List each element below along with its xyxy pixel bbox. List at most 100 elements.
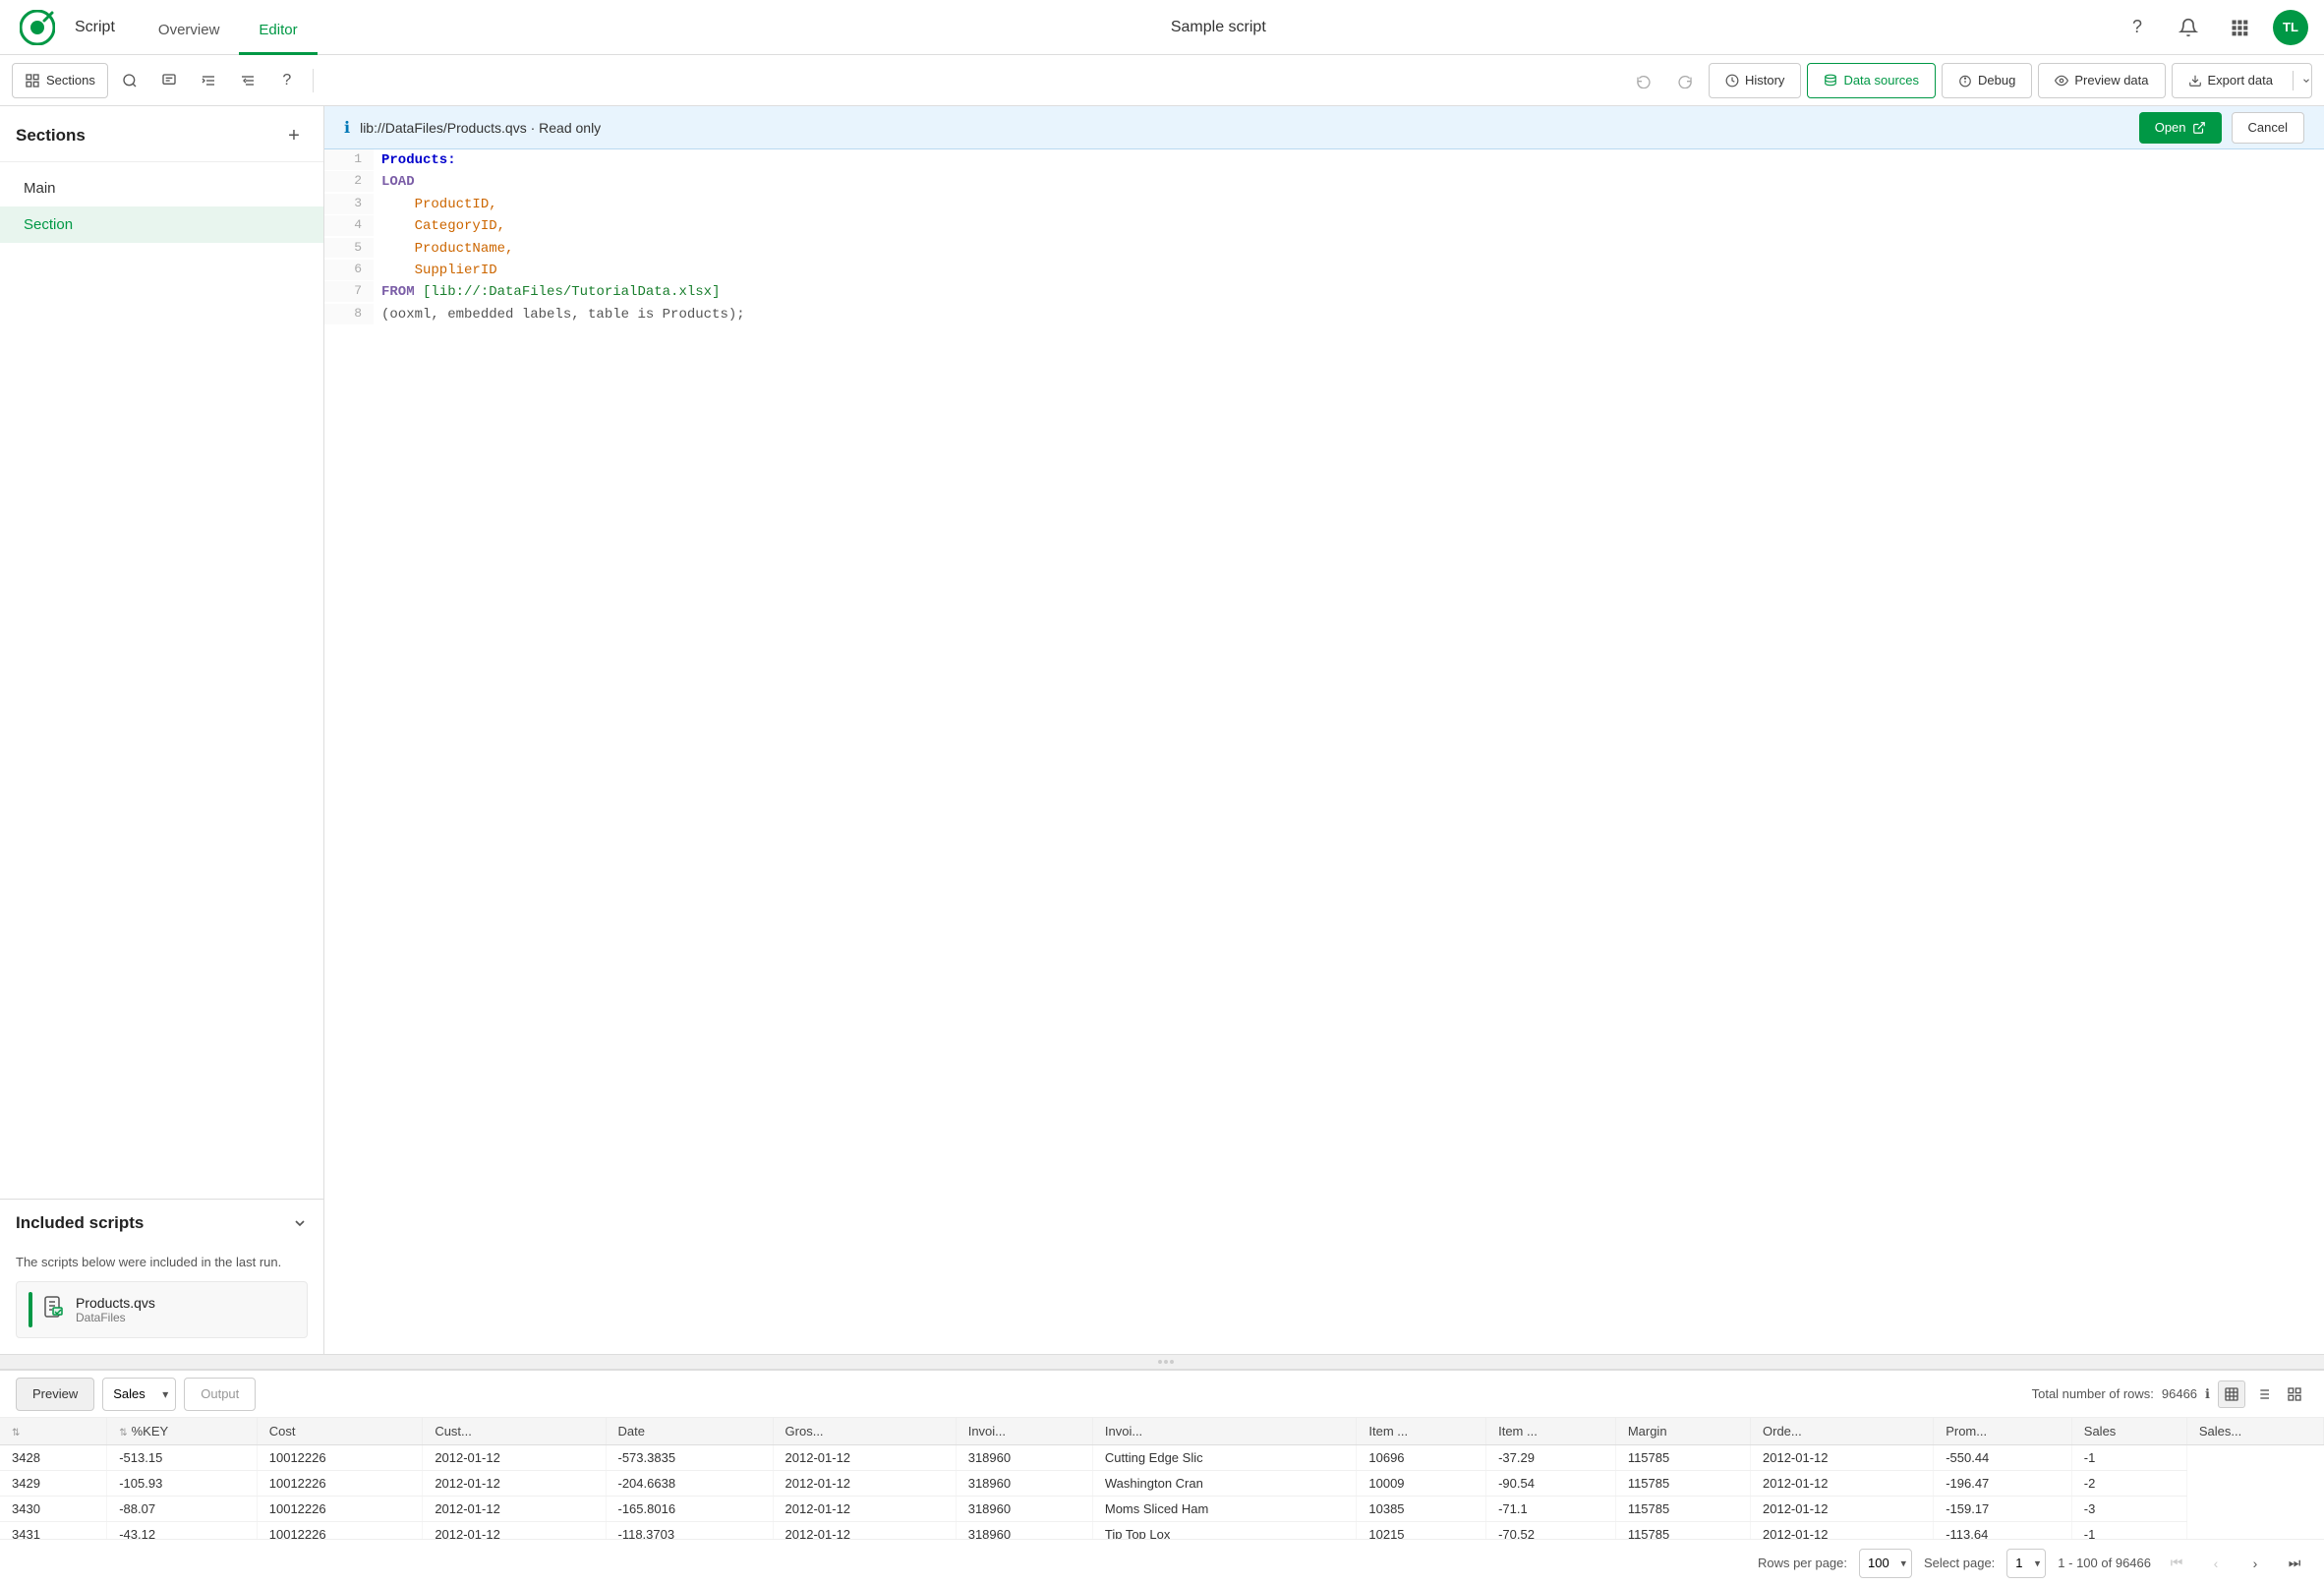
avatar[interactable]: TL xyxy=(2273,10,2308,45)
line-number: 7 xyxy=(324,281,374,302)
top-nav: Script Overview Editor Sample script ? T… xyxy=(0,0,2324,55)
table-cell-1-8: 10009 xyxy=(1357,1471,1486,1497)
table-row: 3428-513.15100122262012-01-12-573.383520… xyxy=(0,1445,2324,1471)
sections-button[interactable]: Sections xyxy=(12,63,108,98)
table-cell-0-9: -37.29 xyxy=(1486,1445,1616,1471)
comment-icon-btn[interactable] xyxy=(151,63,187,98)
output-button[interactable]: Output xyxy=(184,1378,256,1411)
table-cell-2-2: 10012226 xyxy=(257,1497,423,1522)
search-icon-btn[interactable] xyxy=(112,63,147,98)
pagination-bar: Rows per page: 100 Select page: 1 1 - 10… xyxy=(0,1539,2324,1586)
readonly-cancel-button[interactable]: Cancel xyxy=(2232,112,2304,144)
section-items-list: Main Section xyxy=(0,162,323,1199)
table-cell-2-11: 2012-01-12 xyxy=(1751,1497,1934,1522)
table-cell-2-4: -165.8016 xyxy=(606,1497,773,1522)
help-toolbar-icon[interactable]: ? xyxy=(269,63,305,98)
readonly-open-button[interactable]: Open xyxy=(2139,112,2222,144)
preview-area: Preview Sales Output Total number of row… xyxy=(0,1370,2324,1586)
history-button[interactable]: History xyxy=(1709,63,1801,98)
editor-area: ℹ lib://DataFiles/Products.qvs · Read on… xyxy=(324,106,2324,1354)
export-data-button[interactable]: Export data xyxy=(2173,64,2290,97)
sidebar-item-section[interactable]: Section xyxy=(0,206,323,243)
table-cell-0-13: -1 xyxy=(2071,1445,2186,1471)
col-header-8: Item ... xyxy=(1486,1418,1616,1445)
preview-button[interactable]: Preview xyxy=(16,1378,94,1411)
script-file-item[interactable]: Products.qvs DataFiles xyxy=(16,1281,308,1338)
export-dropdown-arrow[interactable] xyxy=(2293,71,2311,90)
last-page-button[interactable]: ⏭ xyxy=(2281,1550,2308,1577)
code-editor[interactable]: 1Products:2LOAD3 ProductID,4 CategoryID,… xyxy=(324,149,2324,1354)
table-cell-3-5: 2012-01-12 xyxy=(773,1522,956,1540)
debug-button[interactable]: Debug xyxy=(1942,63,2032,98)
script-file-info: Products.qvs DataFiles xyxy=(76,1295,155,1324)
script-file-name: Products.qvs xyxy=(76,1295,155,1311)
help-icon[interactable]: ? xyxy=(2120,10,2155,45)
grid-icon[interactable] xyxy=(2222,10,2257,45)
table-cell-2-7: Moms Sliced Ham xyxy=(1092,1497,1357,1522)
rows-per-page-select[interactable]: 100 xyxy=(1859,1549,1912,1578)
toolbar-right: History Data sources Debug Preview data xyxy=(1626,63,2312,98)
select-page-label: Select page: xyxy=(1924,1556,1995,1570)
table-compact-view-icon[interactable] xyxy=(2218,1380,2245,1408)
indent-icon-btn[interactable] xyxy=(191,63,226,98)
included-scripts-header[interactable]: Included scripts xyxy=(0,1200,323,1247)
table-cell-1-9: -90.54 xyxy=(1486,1471,1616,1497)
page-select-wrapper: 1 xyxy=(2006,1549,2046,1578)
table-cell-2-5: 2012-01-12 xyxy=(773,1497,956,1522)
table-cell-1-6: 318960 xyxy=(956,1471,1092,1497)
code-line-4: 4 CategoryID, xyxy=(324,215,2324,237)
table-cell-3-11: 2012-01-12 xyxy=(1751,1522,1934,1540)
preview-data-button[interactable]: Preview data xyxy=(2038,63,2165,98)
total-rows-label: Total number of rows: xyxy=(2032,1386,2154,1401)
table-cell-0-0: 3428 xyxy=(0,1445,107,1471)
first-page-button[interactable]: ⏮ xyxy=(2163,1550,2190,1577)
prev-page-button[interactable]: ‹ xyxy=(2202,1550,2230,1577)
tab-editor[interactable]: Editor xyxy=(239,8,317,55)
table-cell-2-6: 318960 xyxy=(956,1497,1092,1522)
table-cell-1-0: 3429 xyxy=(0,1471,107,1497)
sidebar-item-main[interactable]: Main xyxy=(0,170,323,206)
next-page-button[interactable]: › xyxy=(2241,1550,2269,1577)
table-grid-view-icon[interactable] xyxy=(2281,1380,2308,1408)
included-scripts: Included scripts The scripts below were … xyxy=(0,1199,323,1354)
table-list-view-icon[interactable] xyxy=(2249,1380,2277,1408)
bell-icon[interactable] xyxy=(2171,10,2206,45)
data-table-container[interactable]: ⇅⇅%KEYCostCust...DateGros...Invoi...Invo… xyxy=(0,1418,2324,1539)
table-select[interactable]: Sales xyxy=(102,1378,176,1411)
redo-icon-btn[interactable] xyxy=(1667,63,1703,98)
line-code: Products: xyxy=(374,149,2324,171)
table-cell-0-8: 10696 xyxy=(1357,1445,1486,1471)
code-line-6: 6 SupplierID xyxy=(324,260,2324,281)
included-scripts-title: Included scripts xyxy=(16,1213,144,1233)
col-header-rownum: ⇅ xyxy=(0,1418,107,1445)
script-file-accent xyxy=(29,1292,32,1327)
preview-right: Total number of rows: 96466 ℹ xyxy=(2032,1380,2308,1408)
table-cell-3-4: -118.3703 xyxy=(606,1522,773,1540)
add-section-button[interactable]: + xyxy=(280,122,308,149)
table-cell-1-12: -196.47 xyxy=(1934,1471,2072,1497)
table-row: 3431-43.12100122262012-01-12-118.3703201… xyxy=(0,1522,2324,1540)
table-cell-3-1: -43.12 xyxy=(107,1522,258,1540)
sidebar-sections-title: Sections xyxy=(16,126,86,146)
page-select[interactable]: 1 xyxy=(2006,1549,2046,1578)
resize-handle[interactable] xyxy=(0,1354,2324,1370)
table-view-icons xyxy=(2218,1380,2308,1408)
table-cell-0-6: 318960 xyxy=(956,1445,1092,1471)
undo-icon-btn[interactable] xyxy=(1626,63,1661,98)
table-cell-0-5: 2012-01-12 xyxy=(773,1445,956,1471)
line-code: (ooxml, embedded labels, table is Produc… xyxy=(374,304,2324,325)
table-cell-3-9: -70.52 xyxy=(1486,1522,1616,1540)
readonly-info-icon: ℹ xyxy=(344,118,350,138)
table-cell-0-7: Cutting Edge Slic xyxy=(1092,1445,1357,1471)
table-cell-2-13: -3 xyxy=(2071,1497,2186,1522)
rows-per-page-label: Rows per page: xyxy=(1758,1556,1847,1570)
table-cell-2-0: 3430 xyxy=(0,1497,107,1522)
outdent-icon-btn[interactable] xyxy=(230,63,265,98)
data-sources-button[interactable]: Data sources xyxy=(1807,63,1936,98)
table-cell-1-13: -2 xyxy=(2071,1471,2186,1497)
sidebar-sections-header: Sections + xyxy=(0,106,323,162)
col-header-6: Invoi... xyxy=(1092,1418,1357,1445)
col-header-2: Cust... xyxy=(423,1418,606,1445)
tab-overview[interactable]: Overview xyxy=(139,8,240,55)
page-range-label: 1 - 100 of 96466 xyxy=(2058,1556,2151,1570)
